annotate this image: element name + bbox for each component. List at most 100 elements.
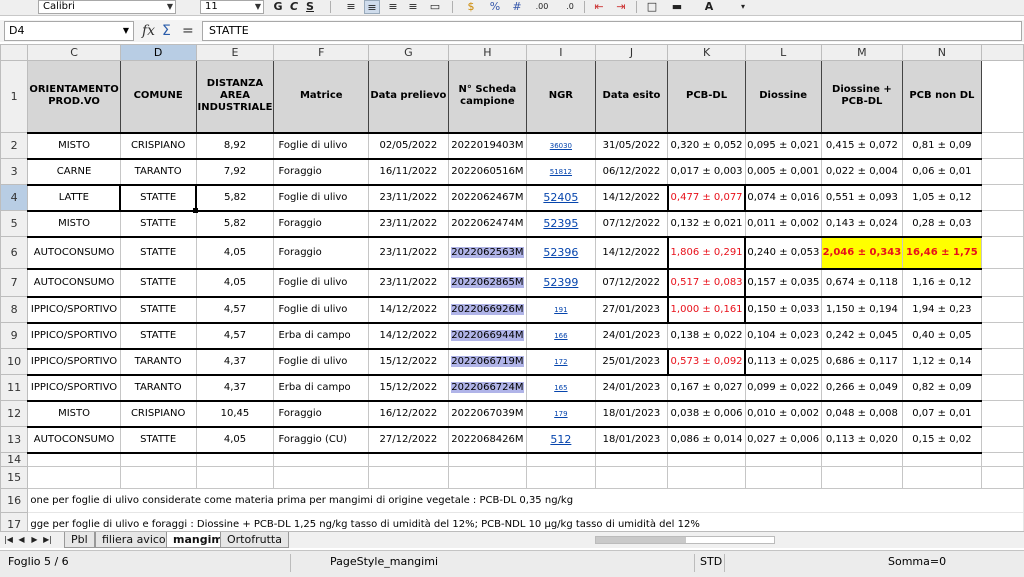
cell-data-prelievo[interactable]: 23/11/2022 [368, 209, 449, 238]
ngr-link[interactable]: 172 [554, 358, 567, 366]
column-header-c[interactable]: C [27, 44, 121, 61]
sum-icon[interactable]: Σ [162, 21, 171, 41]
cell[interactable] [594, 452, 669, 467]
cell-data-esito[interactable]: 24/01/2023 [594, 373, 669, 402]
cell-diossine-pcb[interactable]: 0,113 ± 0,020 [820, 425, 904, 454]
equals-icon[interactable]: = [182, 21, 194, 41]
cell-data-prelievo[interactable]: 14/12/2022 [368, 295, 449, 324]
cell[interactable] [820, 452, 904, 467]
cell-matrice[interactable]: Foraggio (CU) [273, 425, 370, 454]
cell-pcb-dl[interactable]: 1,000 ± 0,161 [666, 295, 747, 324]
row-header[interactable]: 6 [0, 236, 29, 269]
cell-diossine[interactable]: 0,157 ± 0,035 [744, 267, 822, 298]
row-header[interactable]: 1 [0, 60, 29, 133]
cell[interactable] [667, 466, 746, 489]
cell[interactable] [368, 466, 449, 489]
ngr-link[interactable]: 191 [554, 306, 567, 314]
cell-orientamento[interactable]: MISTO [27, 209, 121, 238]
cell-matrice[interactable]: Foglie di ulivo [273, 347, 370, 376]
cell[interactable] [119, 452, 197, 467]
cell-diossine-pcb[interactable]: 0,022 ± 0,004 [820, 157, 904, 186]
cell[interactable] [368, 452, 449, 467]
select-all-corner[interactable] [0, 44, 29, 61]
cell-ngr[interactable]: 36030 [526, 131, 596, 160]
horizontal-scrollbar[interactable] [595, 536, 775, 544]
header-diossine-pcb[interactable]: Diossine + PCB-DL [820, 60, 904, 133]
cell-ngr[interactable]: 191 [526, 295, 596, 324]
header-scheda[interactable]: N° Scheda campione [447, 60, 528, 133]
cell-data-prelievo[interactable]: 27/12/2022 [368, 425, 449, 454]
cell[interactable] [744, 466, 822, 489]
cell-pcb-dl[interactable]: 0,320 ± 0,052 [667, 131, 746, 160]
page-style[interactable]: PageStyle_mangimi [330, 555, 438, 568]
cell-scheda[interactable]: 2022062474M [447, 209, 528, 238]
cell-matrice[interactable]: Foraggio [273, 399, 370, 428]
cell[interactable] [526, 466, 596, 489]
header-data-prelievo[interactable]: Data prelievo [368, 60, 449, 133]
background-color-icon[interactable]: ▬ [668, 0, 686, 14]
cell-orientamento[interactable]: IPPICO/SPORTIVO [27, 373, 121, 402]
cell-ngr[interactable]: 52395 [526, 209, 596, 238]
cell-pcb-non-dl[interactable]: 0,07 ± 0,01 [902, 399, 982, 428]
cell-distanza[interactable]: 8,92 [195, 131, 275, 160]
cell-matrice[interactable]: Foraggio [273, 157, 370, 186]
cell-distanza[interactable]: 4,57 [195, 321, 275, 350]
cell-orientamento[interactable]: MISTO [27, 399, 121, 428]
cell-distanza[interactable]: 4,05 [195, 425, 275, 454]
cell-pcb-non-dl[interactable]: 1,12 ± 0,14 [902, 347, 982, 376]
ngr-link[interactable]: 52396 [543, 246, 578, 259]
cell-scheda[interactable]: 2022066724M [447, 373, 528, 402]
cell-ngr[interactable]: 52396 [526, 235, 596, 270]
cell[interactable] [980, 452, 1024, 467]
cell-pcb-non-dl[interactable]: 0,81 ± 0,09 [902, 131, 982, 160]
cell-data-esito[interactable]: 14/12/2022 [594, 235, 669, 270]
cell[interactable] [902, 466, 982, 489]
cell-diossine[interactable]: 0,113 ± 0,025 [744, 347, 822, 376]
cell-pcb-non-dl[interactable]: 16,46 ± 1,75 [902, 235, 982, 270]
cell-orientamento[interactable]: IPPICO/SPORTIVO [27, 347, 121, 376]
cell-diossine-pcb[interactable]: 0,242 ± 0,045 [820, 321, 904, 350]
row-header[interactable]: 2 [0, 132, 29, 159]
cell-diossine[interactable]: 0,095 ± 0,021 [744, 131, 822, 160]
cell-scheda[interactable]: 2022062865M [447, 267, 528, 298]
cell-comune[interactable]: TARANTO [119, 347, 197, 376]
column-header-e[interactable]: E [195, 44, 275, 61]
cell[interactable] [902, 452, 982, 467]
cell-comune[interactable]: TARANTO [119, 157, 197, 186]
ngr-link[interactable]: 165 [554, 384, 567, 392]
cell-distanza[interactable]: 4,05 [195, 235, 275, 270]
cell[interactable] [667, 452, 746, 467]
cell-ngr[interactable]: 172 [526, 347, 596, 376]
cell[interactable] [526, 452, 596, 467]
cell-scheda[interactable]: 2022066719M [447, 347, 528, 376]
cell-ngr[interactable]: 52405 [526, 183, 596, 212]
cell-scheda[interactable]: 2022068426M [447, 425, 528, 454]
row-header[interactable]: 8 [0, 296, 29, 323]
cell-diossine-pcb[interactable]: 0,551 ± 0,093 [820, 183, 904, 212]
align-left-icon[interactable]: ≡ [344, 0, 358, 14]
cell-data-esito[interactable]: 18/01/2023 [594, 399, 669, 428]
cell-diossine[interactable]: 0,104 ± 0,023 [744, 321, 822, 350]
cell-data-esito[interactable]: 07/12/2022 [594, 267, 669, 298]
row-header[interactable]: 11 [0, 374, 29, 401]
cell-pcb-dl[interactable]: 0,167 ± 0,027 [667, 373, 746, 402]
cell[interactable] [195, 466, 275, 489]
cell-pcb-dl[interactable]: 0,573 ± 0,092 [666, 347, 747, 376]
cell-orientamento[interactable]: AUTOCONSUMO [27, 267, 121, 298]
cell[interactable] [980, 236, 1024, 269]
cell-ngr[interactable]: 512 [526, 425, 596, 454]
column-header-d[interactable]: D [119, 44, 197, 61]
merge-cells-icon[interactable]: ▭ [428, 0, 442, 14]
cell-pcb-dl[interactable]: 0,477 ± 0,077 [666, 183, 747, 212]
cell[interactable] [980, 184, 1024, 211]
column-header-h[interactable]: H [447, 44, 528, 61]
column-header-g[interactable]: G [368, 44, 449, 61]
column-header-i[interactable]: I [526, 44, 596, 61]
cell[interactable] [980, 268, 1024, 297]
cell-data-prelievo[interactable]: 16/12/2022 [368, 399, 449, 428]
cell[interactable] [27, 466, 121, 489]
font-size-select[interactable]: 11 ▼ [200, 0, 264, 14]
row-header[interactable]: 5 [0, 210, 29, 237]
cell-pcb-non-dl[interactable]: 0,82 ± 0,09 [902, 373, 982, 402]
cell-ngr[interactable]: 52399 [526, 267, 596, 298]
